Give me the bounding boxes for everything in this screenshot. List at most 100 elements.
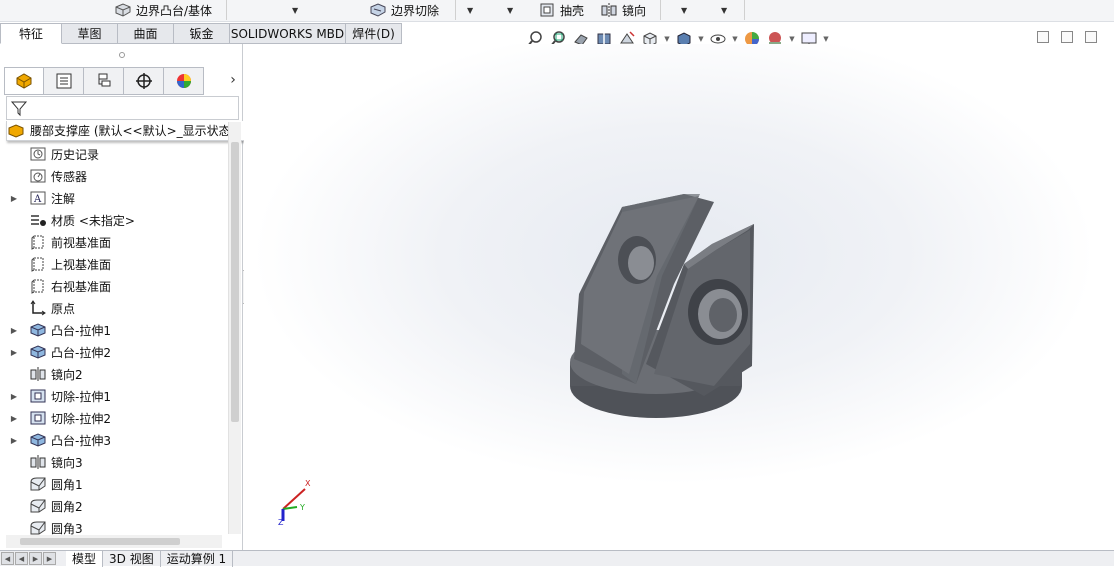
tree-item[interactable]: ▶ 凸台-拉伸3 <box>6 429 226 451</box>
graphics-area[interactable]: X Y Z <box>244 44 1114 550</box>
expand-arrow-icon[interactable]: ▶ <box>6 392 22 401</box>
dropdown-arrow[interactable]: ▼ <box>721 0 727 20</box>
tree-item-label: 右视基准面 <box>51 279 112 294</box>
triad-x-label: X <box>305 479 311 488</box>
previous-tab-icon[interactable]: ◀ <box>15 552 28 565</box>
shell-icon <box>540 3 554 17</box>
tree-item[interactable]: 镜向2 <box>6 363 226 385</box>
plane-icon <box>28 233 48 251</box>
shell-button[interactable]: 抽壳 <box>538 0 584 20</box>
tab-sketch[interactable]: 草图 <box>62 23 118 44</box>
property-manager-tab[interactable] <box>44 67 84 95</box>
dropdown-arrow[interactable]: ▼ <box>507 0 513 20</box>
boundary-boss-button[interactable]: 边界凸台/基体 <box>114 0 212 20</box>
dropdown-arrow[interactable]: ▼ <box>292 0 298 20</box>
part-icon <box>8 123 24 138</box>
tab-sheet-metal[interactable]: 钣金 <box>174 23 230 44</box>
annotation-icon: A <box>28 189 48 207</box>
tab-weldments[interactable]: 焊件(D) <box>346 23 402 44</box>
last-tab-icon[interactable]: ▶ <box>43 552 56 565</box>
mirror-icon <box>601 3 617 17</box>
extrude-boss-icon <box>28 343 48 361</box>
tree-item[interactable]: ▶ A 注解 <box>6 187 226 209</box>
mirror-button[interactable]: 镜向 <box>600 0 646 20</box>
configuration-manager-tab[interactable] <box>84 67 124 95</box>
sensor-icon <box>28 167 48 185</box>
restore-icon[interactable] <box>1037 31 1049 43</box>
tree-item-label: 历史记录 <box>51 147 100 162</box>
dropdown-arrow[interactable]: ▼ <box>467 0 473 20</box>
display-manager-tab[interactable] <box>164 67 204 95</box>
close-icon[interactable] <box>1085 31 1097 43</box>
extrude-boss-icon <box>28 431 48 449</box>
tab-label: 运动算例 1 <box>166 552 227 566</box>
tree-item[interactable]: 前视基准面 <box>6 231 226 253</box>
panel-grip[interactable] <box>0 48 243 64</box>
tab-label: 焊件(D) <box>352 27 395 41</box>
tab-label: 曲面 <box>133 27 158 41</box>
dropdown-arrow[interactable]: ▼ <box>681 0 687 20</box>
tree-item[interactable]: ▶ 切除-拉伸1 <box>6 385 226 407</box>
tree-item[interactable]: 圆角2 <box>6 495 226 517</box>
tab-label: 特征 <box>18 27 43 41</box>
boundary-boss-label: 边界凸台/基体 <box>136 3 213 18</box>
property-list-icon <box>56 73 71 89</box>
tree-item-label: 上视基准面 <box>51 257 112 272</box>
crosshair-icon <box>135 73 152 89</box>
tree-item[interactable]: 右视基准面 <box>6 275 226 297</box>
tree-item[interactable]: 圆角3 <box>6 517 226 535</box>
plane-icon <box>28 255 48 273</box>
tree-item-label: 传感器 <box>51 169 88 184</box>
tree-item[interactable]: ▶ 切除-拉伸2 <box>6 407 226 429</box>
tree-root-part[interactable]: 腰部支撑座 (默认<<默认>_显示状态 <box>6 121 264 141</box>
expand-arrow-icon[interactable]: ▶ <box>6 348 22 357</box>
tab-motion-study[interactable]: 运动算例 1 <box>161 550 234 567</box>
window-controls <box>1037 31 1097 43</box>
tree-vertical-scrollbar[interactable] <box>228 122 241 534</box>
tree-item-label: 注解 <box>51 191 76 206</box>
chevron-down-icon: ▼ <box>507 5 514 15</box>
tab-mbd[interactable]: SOLIDWORKS MBD <box>230 23 346 44</box>
boundary-cut-button[interactable]: 边界切除 <box>369 0 439 20</box>
tree-item[interactable]: ▶ 凸台-拉伸2 <box>6 341 226 363</box>
tree-item-label: 圆角1 <box>51 477 83 492</box>
chevron-down-icon: ▼ <box>721 5 728 15</box>
tab-surfaces[interactable]: 曲面 <box>118 23 174 44</box>
expand-arrow-icon[interactable]: ▶ <box>6 326 22 335</box>
extrude-cut-icon <box>28 409 48 427</box>
tree-item[interactable]: 原点 <box>6 297 226 319</box>
tree-item[interactable]: 镜向3 <box>6 451 226 473</box>
first-tab-icon[interactable]: ◀ <box>1 552 14 565</box>
expand-arrow-icon[interactable]: ▶ <box>6 414 22 423</box>
tree-item[interactable]: 上视基准面 <box>6 253 226 275</box>
tree-horizontal-scrollbar[interactable] <box>6 535 222 548</box>
tree-item[interactable]: 传感器 <box>6 165 226 187</box>
tab-3d-views[interactable]: 3D 视图 <box>103 550 161 567</box>
tree-item-label: 材质 <未指定> <box>51 213 135 228</box>
part-model[interactable] <box>244 44 1114 550</box>
expand-arrow-icon[interactable]: ▶ <box>6 194 22 203</box>
fillet-icon <box>28 497 48 515</box>
tree-item-label: 切除-拉伸1 <box>51 389 111 404</box>
feature-manager-tab[interactable] <box>4 67 44 95</box>
expand-arrow-icon[interactable]: ▶ <box>6 436 22 445</box>
tree-item-label: 镜向2 <box>51 367 83 382</box>
tree-item[interactable]: 圆角1 <box>6 473 226 495</box>
tile-icon[interactable] <box>1061 31 1073 43</box>
tab-label: 钣金 <box>189 27 214 41</box>
extrude-cut-icon <box>28 387 48 405</box>
extrude-boss-icon <box>28 321 48 339</box>
tree-filter[interactable] <box>6 96 239 120</box>
tree-item[interactable]: 历史记录 <box>6 143 226 165</box>
tab-model[interactable]: 模型 <box>66 550 104 567</box>
dimxpert-manager-tab[interactable] <box>124 67 164 95</box>
next-tab-icon[interactable]: ▶ <box>29 552 42 565</box>
tree-item[interactable]: 材质 <未指定> <box>6 209 226 231</box>
coordinate-triad: X Y Z <box>278 479 311 525</box>
tree-item-label: 凸台-拉伸3 <box>51 433 111 448</box>
tree-item[interactable]: ▶ 凸台-拉伸1 <box>6 319 226 341</box>
part-name: 腰部支撑座 (默认<<默认>_显示状态 <box>30 124 231 138</box>
panel-more-chevron-icon[interactable]: › <box>226 70 240 90</box>
mirror-icon <box>28 365 48 383</box>
tab-features[interactable]: 特征 <box>0 23 62 44</box>
